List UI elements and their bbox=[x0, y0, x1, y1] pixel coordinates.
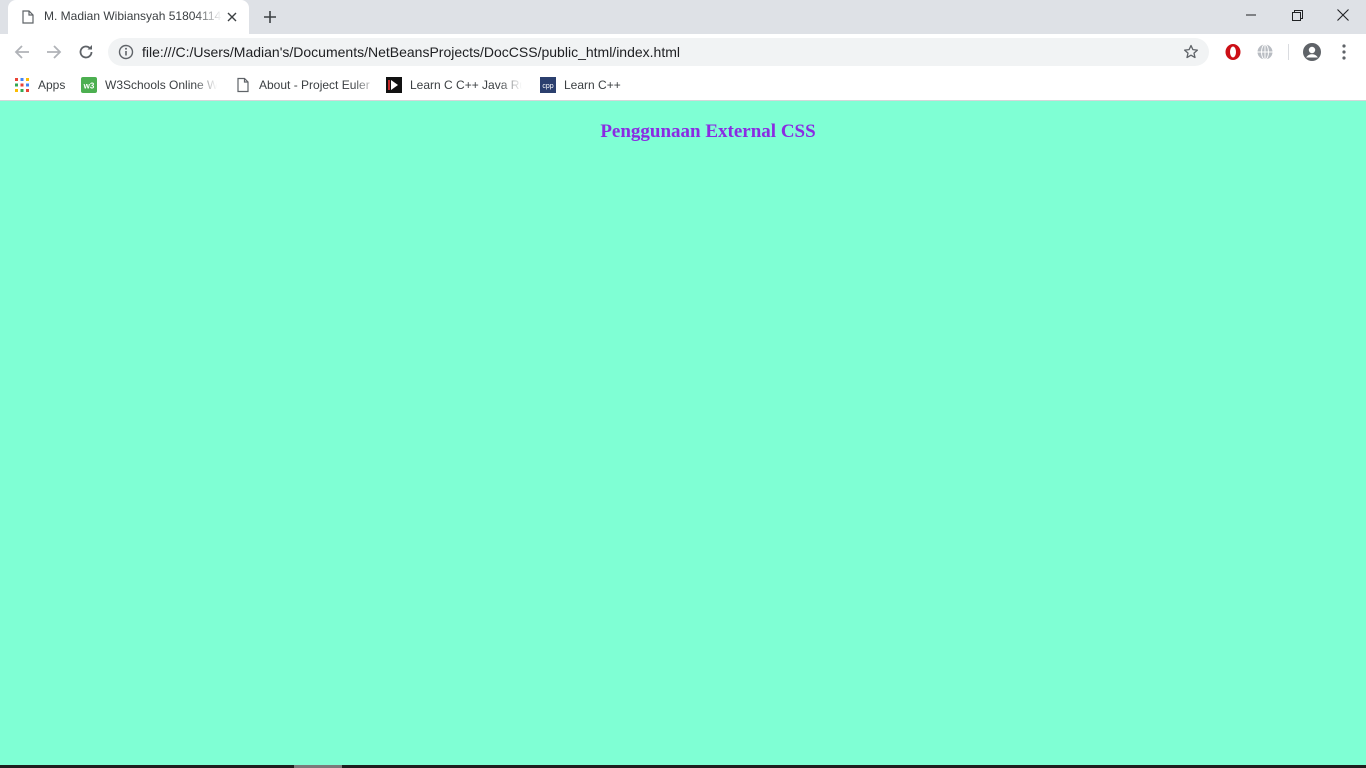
site-info-icon[interactable] bbox=[118, 44, 134, 60]
reload-button[interactable] bbox=[72, 38, 100, 66]
svg-text:cpp: cpp bbox=[542, 83, 553, 90]
profile-button[interactable] bbox=[1300, 40, 1324, 64]
tab-close-icon[interactable] bbox=[224, 9, 240, 25]
tab-title: M. Madian Wibiansyah 5180411435 bbox=[44, 9, 222, 23]
plus-icon bbox=[264, 11, 276, 23]
active-tab[interactable]: M. Madian Wibiansyah 5180411435 bbox=[8, 0, 249, 34]
url-text[interactable]: file:///C:/Users/Madian's/Documents/NetB… bbox=[142, 44, 680, 60]
forward-arrow-icon bbox=[47, 45, 62, 59]
bookmark-project-euler[interactable]: About - Project Euler bbox=[235, 75, 377, 95]
bookmark-label: Learn C++ bbox=[564, 78, 621, 92]
bookmark-star-icon[interactable] bbox=[1183, 44, 1199, 60]
tab-strip: M. Madian Wibiansyah 5180411435 bbox=[0, 0, 1366, 34]
w3schools-icon: w3 bbox=[81, 77, 97, 93]
restore-button[interactable] bbox=[1274, 0, 1320, 30]
learn-play-icon bbox=[386, 77, 402, 93]
page-icon bbox=[237, 77, 249, 93]
bookmark-label: About - Project Euler bbox=[259, 78, 370, 92]
address-bar[interactable]: file:///C:/Users/Madian's/Documents/NetB… bbox=[108, 38, 1209, 66]
bookmark-label: Apps bbox=[38, 78, 66, 92]
account-circle-icon bbox=[1303, 43, 1321, 61]
bookmark-label: W3Schools Online Web Tutorials bbox=[105, 78, 217, 92]
new-tab-button[interactable] bbox=[258, 5, 282, 29]
opera-icon bbox=[1225, 44, 1241, 60]
more-vert-icon bbox=[1342, 44, 1346, 60]
svg-text:w3: w3 bbox=[83, 82, 95, 91]
bookmark-learn-c-java-ruby[interactable]: Learn C C++ Java Ruby bbox=[386, 75, 522, 95]
restore-icon bbox=[1291, 9, 1303, 21]
bookmark-apps[interactable]: Apps bbox=[14, 75, 65, 95]
toolbar-separator bbox=[1288, 44, 1289, 60]
bookmark-w3schools[interactable]: w3 W3Schools Online Web Tutorials bbox=[81, 75, 217, 95]
close-window-button[interactable] bbox=[1320, 0, 1366, 30]
globe-icon bbox=[1257, 44, 1273, 60]
bookmarks-bar: Apps w3 W3Schools Online Web Tutorials A… bbox=[0, 70, 1366, 101]
browser-toolbar: file:///C:/Users/Madian's/Documents/NetB… bbox=[0, 34, 1366, 70]
cpp-icon: cpp bbox=[540, 77, 556, 93]
reload-icon bbox=[79, 45, 93, 59]
close-icon bbox=[1337, 9, 1349, 21]
page-viewport: Penggunaan External CSS bbox=[0, 102, 1366, 765]
translate-extension-button[interactable] bbox=[1253, 40, 1277, 64]
bookmark-learn-cpp[interactable]: cpp Learn C++ bbox=[540, 75, 621, 95]
minimize-button[interactable] bbox=[1228, 0, 1274, 30]
bookmark-label: Learn C C++ Java Ruby bbox=[410, 78, 522, 92]
page-heading: Penggunaan External CSS bbox=[600, 121, 816, 142]
back-arrow-icon bbox=[14, 45, 29, 59]
minimize-icon bbox=[1246, 14, 1256, 16]
forward-button[interactable] bbox=[40, 38, 68, 66]
back-button[interactable] bbox=[8, 38, 36, 66]
apps-grid-icon bbox=[15, 78, 29, 92]
opera-extension-button[interactable] bbox=[1221, 40, 1245, 64]
document-icon bbox=[22, 10, 34, 24]
menu-button[interactable] bbox=[1332, 40, 1356, 64]
